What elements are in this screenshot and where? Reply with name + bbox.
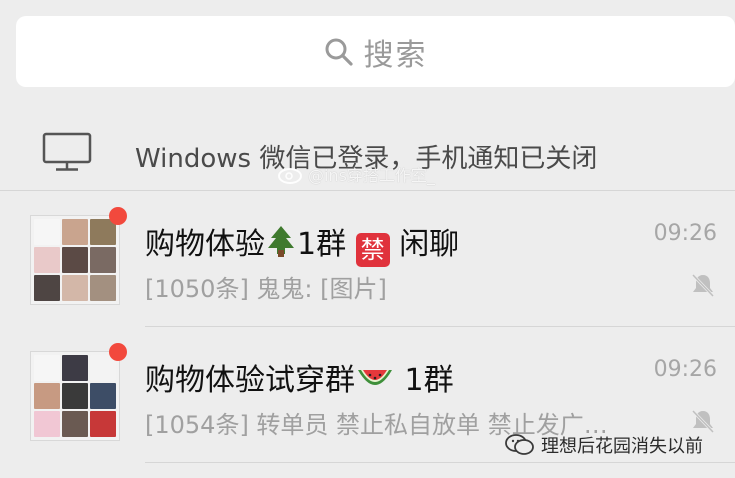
account-watermark: 理想后花园消失以前	[505, 432, 703, 458]
search-placeholder: 搜索	[363, 37, 428, 73]
group-avatar	[30, 215, 120, 305]
brand-text: 理想后花园消失以前	[541, 436, 703, 457]
group-avatar	[30, 351, 120, 441]
monitor-icon	[42, 132, 92, 171]
search-icon	[325, 38, 353, 66]
chat-time: 09:26	[653, 221, 717, 246]
chat-preview: [1050条] 鬼鬼: [图片]	[145, 275, 387, 303]
chat-title: 购物体验 1群 禁 闲聊	[145, 219, 459, 267]
unread-dot	[109, 207, 127, 225]
watermark-text: @ins穿搭工作室_	[308, 166, 435, 185]
watermelon-icon	[358, 370, 392, 385]
chat-item[interactable]: 购物体验 1群 禁 闲聊 [1050条] 鬼鬼: [图片] 09:26	[0, 191, 735, 327]
search-bar[interactable]: 搜索	[16, 16, 735, 87]
mute-icon	[691, 409, 715, 434]
ban-badge: 禁	[355, 233, 390, 267]
wechat-icon	[505, 434, 534, 455]
tree-icon	[268, 226, 294, 257]
mute-icon	[691, 273, 715, 298]
search-box[interactable]: 搜索	[16, 16, 735, 87]
divider	[145, 462, 735, 463]
weibo-icon	[278, 168, 302, 184]
chat-time: 09:26	[653, 357, 717, 382]
chat-title: 购物体验试穿群 1群	[145, 355, 454, 399]
watermark: @ins穿搭工作室_	[278, 162, 435, 186]
unread-dot	[109, 343, 127, 361]
